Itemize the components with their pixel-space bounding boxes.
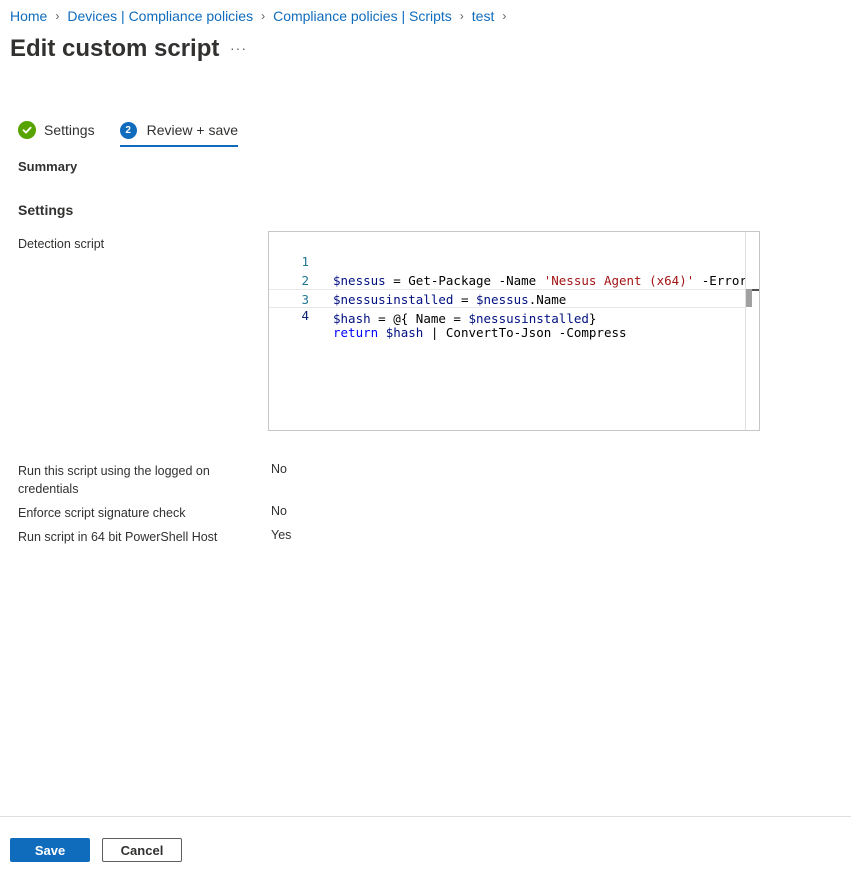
checkmark-icon — [18, 121, 36, 139]
code-line: 3 $hash = @{ Name = $nessusinstalled} — [269, 271, 745, 326]
signature-check-value: No — [271, 504, 287, 518]
breadcrumb-devices-compliance-policies[interactable]: Devices | Compliance policies — [67, 8, 253, 24]
save-button[interactable]: Save — [10, 838, 90, 862]
scrollbar-thumb[interactable] — [746, 289, 752, 307]
run-64bit-label: Run script in 64 bit PowerShell Host — [18, 530, 218, 544]
run-as-logged-on-value: No — [271, 462, 287, 476]
run-as-logged-on-label: Run this script using the logged on cred… — [18, 464, 210, 496]
breadcrumb-test[interactable]: test — [472, 8, 495, 24]
code-text: return $hash | ConvertTo-Json -Compress — [333, 325, 627, 340]
more-options-icon[interactable]: ··· — [230, 40, 247, 56]
wizard-step-label: Review + save — [146, 122, 239, 138]
footer-bar: Save Cancel — [0, 816, 851, 881]
breadcrumb-home[interactable]: Home — [10, 8, 47, 24]
summary-heading: Summary — [18, 159, 78, 174]
wizard-step-review-save[interactable]: 2 Review + save — [119, 116, 239, 147]
line-number: 4 — [301, 308, 309, 323]
cancel-button[interactable]: Cancel — [102, 838, 182, 862]
page-title: Edit custom script — [10, 35, 220, 62]
detection-script-label: Detection script — [18, 237, 105, 251]
chevron-right-icon: › — [459, 9, 464, 23]
chevron-right-icon: › — [261, 9, 266, 23]
breadcrumb-compliance-policies-scripts[interactable]: Compliance policies | Scripts — [273, 8, 452, 24]
breadcrumb: Home › Devices | Compliance policies › C… — [10, 8, 514, 24]
script-editor[interactable]: 1 $nessus = Get-Package -Name 'Nessus Ag… — [268, 231, 760, 431]
wizard-step-settings[interactable]: Settings — [18, 116, 95, 144]
editor-scrollbar[interactable] — [745, 232, 759, 430]
code-line-current: 4 return $hash | ConvertTo-Json -Compres… — [269, 289, 745, 340]
chevron-right-icon: › — [55, 9, 60, 23]
settings-heading: Settings — [18, 202, 74, 218]
step-number-badge: 2 — [119, 121, 137, 139]
wizard-step-label: Settings — [44, 122, 95, 138]
code-line: 1 $nessus = Get-Package -Name 'Nessus Ag… — [269, 233, 754, 288]
signature-check-label: Enforce script signature check — [18, 506, 186, 520]
code-line: 2 $nessusinstalled = $nessus.Name — [269, 252, 745, 307]
run-64bit-value: Yes — [271, 528, 292, 542]
chevron-right-icon: › — [502, 9, 507, 23]
wizard-steps: Settings 2 Review + save — [18, 116, 239, 147]
